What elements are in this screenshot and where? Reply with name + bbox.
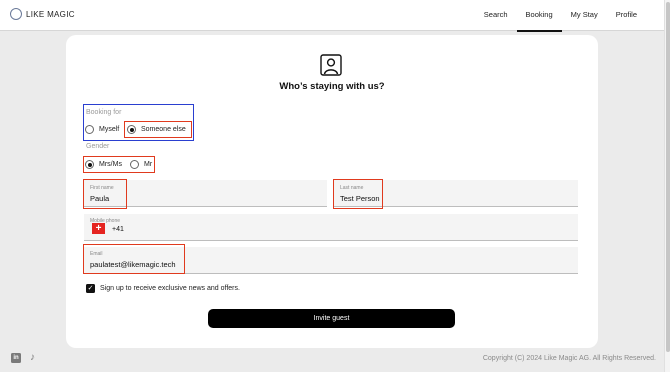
- radio-someone-else[interactable]: Someone else: [127, 125, 186, 134]
- mobile-phone-field[interactable]: Mobile phone + +41: [84, 214, 578, 241]
- email-label: Email: [90, 251, 103, 257]
- copyright-text: Copyright (C) 2024 Like Magic AG. All Ri…: [482, 355, 656, 362]
- scrollbar-thumb[interactable]: [666, 2, 670, 352]
- form-title: Who’s staying with us?: [279, 81, 385, 92]
- email-field[interactable]: Email paulatest@likemagic.tech: [84, 247, 578, 274]
- first-name-field[interactable]: First name Paula: [84, 180, 327, 207]
- email-value: paulatest@likemagic.tech: [90, 260, 176, 269]
- last-name-value: Test Person: [340, 194, 380, 203]
- radio-someone-else-label: Someone else: [141, 126, 186, 133]
- tiktok-icon[interactable]: ♪: [30, 353, 40, 363]
- guest-form-card: Who’s staying with us? Booking for Mysel…: [66, 35, 598, 348]
- logo-circle-icon: [10, 8, 22, 20]
- newsletter-checkbox-row[interactable]: ✓ Sign up to receive exclusive news and …: [86, 284, 240, 293]
- newsletter-checkbox[interactable]: ✓: [86, 284, 95, 293]
- radio-mrs-ms[interactable]: Mrs/Ms: [85, 160, 122, 169]
- newsletter-label: Sign up to receive exclusive news and of…: [100, 285, 240, 292]
- radio-mr[interactable]: Mr: [130, 160, 152, 169]
- switzerland-flag-icon[interactable]: +: [92, 223, 105, 234]
- invite-guest-button[interactable]: Invite guest: [208, 309, 455, 328]
- last-name-label: Last name: [340, 185, 364, 191]
- radio-mr-circle[interactable]: [130, 160, 139, 169]
- nav-profile[interactable]: Profile: [607, 0, 646, 31]
- radio-someone-else-circle[interactable]: [127, 125, 136, 134]
- radio-myself[interactable]: Myself: [85, 125, 119, 134]
- top-header: LIKE MAGIC Search Booking My Stay Profil…: [0, 0, 664, 32]
- radio-myself-circle[interactable]: [85, 125, 94, 134]
- first-name-label: First name: [90, 185, 114, 191]
- page-scrollbar[interactable]: [664, 0, 670, 372]
- nav-booking[interactable]: Booking: [516, 0, 562, 32]
- main-nav: Search Booking My Stay Profile: [475, 0, 646, 32]
- nav-my-stay[interactable]: My Stay: [562, 0, 607, 31]
- gender-label: Gender: [86, 143, 110, 150]
- radio-mr-label: Mr: [144, 161, 153, 168]
- booking-for-label: Booking for: [86, 109, 122, 116]
- nav-search[interactable]: Search: [475, 0, 517, 31]
- brand-logo[interactable]: LIKE MAGIC: [10, 8, 75, 20]
- last-name-field[interactable]: Last name Test Person: [334, 180, 578, 207]
- radio-mrs-ms-circle[interactable]: [85, 160, 94, 169]
- person-badge-icon: [320, 54, 342, 76]
- radio-myself-label: Myself: [99, 126, 120, 133]
- phone-country-code: +41: [112, 226, 124, 233]
- radio-mrs-ms-label: Mrs/Ms: [99, 161, 122, 168]
- first-name-value: Paula: [90, 194, 110, 203]
- linkedin-icon[interactable]: in: [11, 353, 21, 363]
- brand-name: LIKE MAGIC: [26, 9, 75, 19]
